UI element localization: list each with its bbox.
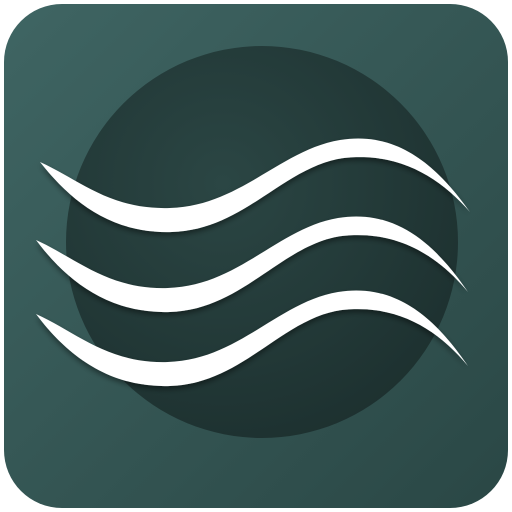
icon-canvas xyxy=(0,0,512,512)
app-icon xyxy=(4,4,508,508)
